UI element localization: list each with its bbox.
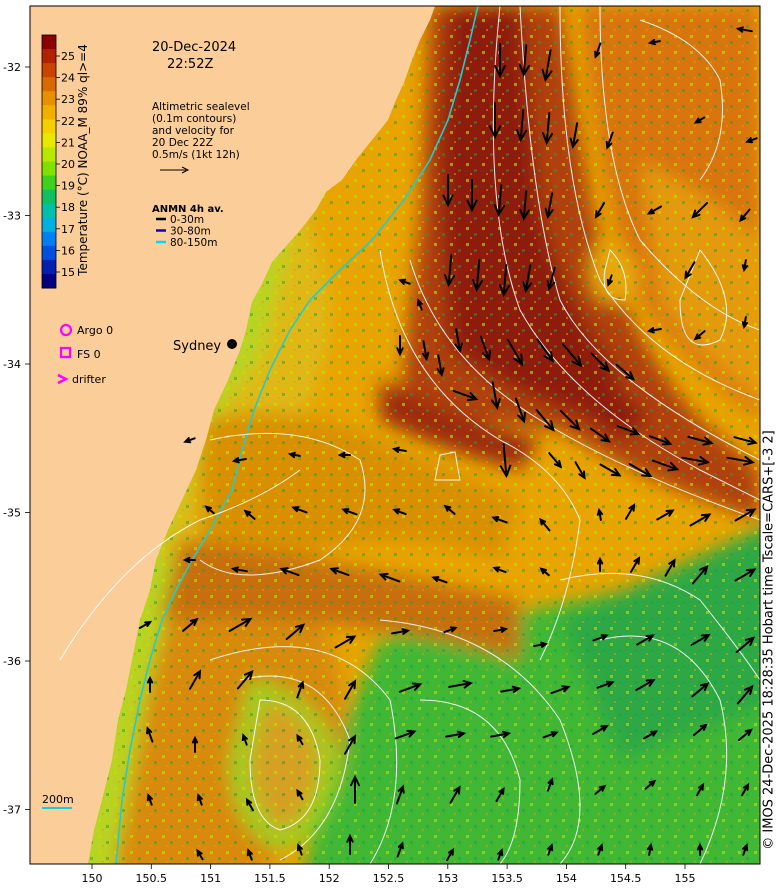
latitude-axis: -32 -33 -34 -35 -36 -37 <box>3 61 30 817</box>
lat-tick-label: -36 <box>3 655 21 668</box>
isobath-legend: 200m <box>42 793 74 809</box>
altimetry-note-line: Altimetric sealevel <box>152 101 250 113</box>
colorbar-label: Temperature (°C) NOAA_M 89% ql>=4 <box>76 44 90 277</box>
altimetry-note-line: 0.5m/s (1kt 12h) <box>152 149 240 161</box>
sydney-marker <box>227 339 237 349</box>
lon-tick-label: 155 <box>675 872 696 885</box>
colorbar-swatch <box>42 175 56 191</box>
colorbar-swatch <box>42 273 56 289</box>
colorbar-swatch <box>42 133 56 148</box>
colorbar-tick: 25 <box>61 50 75 63</box>
isobath-label: 200m <box>42 793 74 806</box>
lon-tick-label: 154 <box>556 872 577 885</box>
ocean-temperature-map: 150 150.5 151 151.5 152 152.5 153 153.5 154 154.5… <box>3 5 761 885</box>
anmn-item-label: 30-80m <box>170 226 211 238</box>
colorbar-swatch <box>42 147 56 162</box>
colorbar-swatch <box>42 203 56 219</box>
lon-tick-label: 153 <box>437 872 458 885</box>
colorbar-swatch <box>42 231 56 247</box>
colorbar-swatch <box>42 35 56 50</box>
colorbar-swatch <box>42 245 56 261</box>
lat-tick-label: -37 <box>3 804 21 817</box>
lat-tick-label: -35 <box>3 507 21 520</box>
longitude-axis: 150 150.5 151 151.5 152 152.5 153 153.5 154 154.5… <box>82 864 696 885</box>
lat-tick-label: -34 <box>3 358 21 371</box>
colorbar-tick: 16 <box>61 244 75 257</box>
colorbar-swatch <box>42 105 56 120</box>
colorbar-swatch <box>42 119 56 134</box>
lon-tick-label: 152 <box>319 872 340 885</box>
altimetry-note-line: and velocity for <box>152 125 235 137</box>
anmn-item-label: 0-30m <box>170 214 204 226</box>
credit-text: © IMOS 24-Dec-2025 18:28:35 Hobart time … <box>761 430 777 850</box>
colorbar-swatch <box>42 259 56 275</box>
time-label: 22:52Z <box>167 57 213 72</box>
argo-label: Argo 0 <box>77 324 113 337</box>
drifter-label: drifter <box>72 373 106 386</box>
altimetry-note-line: (0.1m contours) <box>152 113 236 125</box>
colorbar-swatch <box>42 91 56 106</box>
colorbar-tick: 24 <box>61 72 75 85</box>
altimetry-note-line: 20 Dec 22Z <box>152 137 213 149</box>
colorbar-swatch <box>42 49 56 64</box>
anmn-item-label: 80-150m <box>170 237 217 249</box>
colorbar-swatch <box>42 77 56 92</box>
colorbar-swatch <box>42 217 56 233</box>
colorbar-tick: 18 <box>61 201 75 214</box>
colorbar-tick: 23 <box>61 93 75 106</box>
colorbar-tick: 22 <box>61 115 75 128</box>
fs-label: FS 0 <box>77 348 101 361</box>
lon-tick-label: 150 <box>82 872 103 885</box>
sydney-label: Sydney <box>173 339 221 354</box>
lon-tick-label: 152.5 <box>373 872 405 885</box>
map-panel <box>30 6 760 864</box>
colorbar-tick: 17 <box>61 223 75 236</box>
colorbar-tick: 21 <box>61 136 75 149</box>
lon-tick-label: 150.5 <box>136 872 168 885</box>
lat-tick-label: -33 <box>3 210 21 223</box>
colorbar: 25 24 23 22 21 20 19 18 17 16 15 Temperature (°C) … <box>41 34 90 289</box>
colorbar-swatch <box>42 189 56 205</box>
colorbar-tick: 15 <box>61 266 75 279</box>
colorbar-tick: 19 <box>61 180 75 193</box>
colorbar-swatch <box>42 63 56 78</box>
colorbar-swatch <box>42 161 56 177</box>
lon-tick-label: 153.5 <box>491 872 523 885</box>
colorbar-tick: 20 <box>61 158 75 171</box>
date-label: 20-Dec-2024 <box>152 40 236 55</box>
lon-tick-label: 151 <box>200 872 221 885</box>
lon-tick-label: 154.5 <box>610 872 642 885</box>
lon-tick-label: 151.5 <box>254 872 286 885</box>
lat-tick-label: -32 <box>3 61 21 74</box>
